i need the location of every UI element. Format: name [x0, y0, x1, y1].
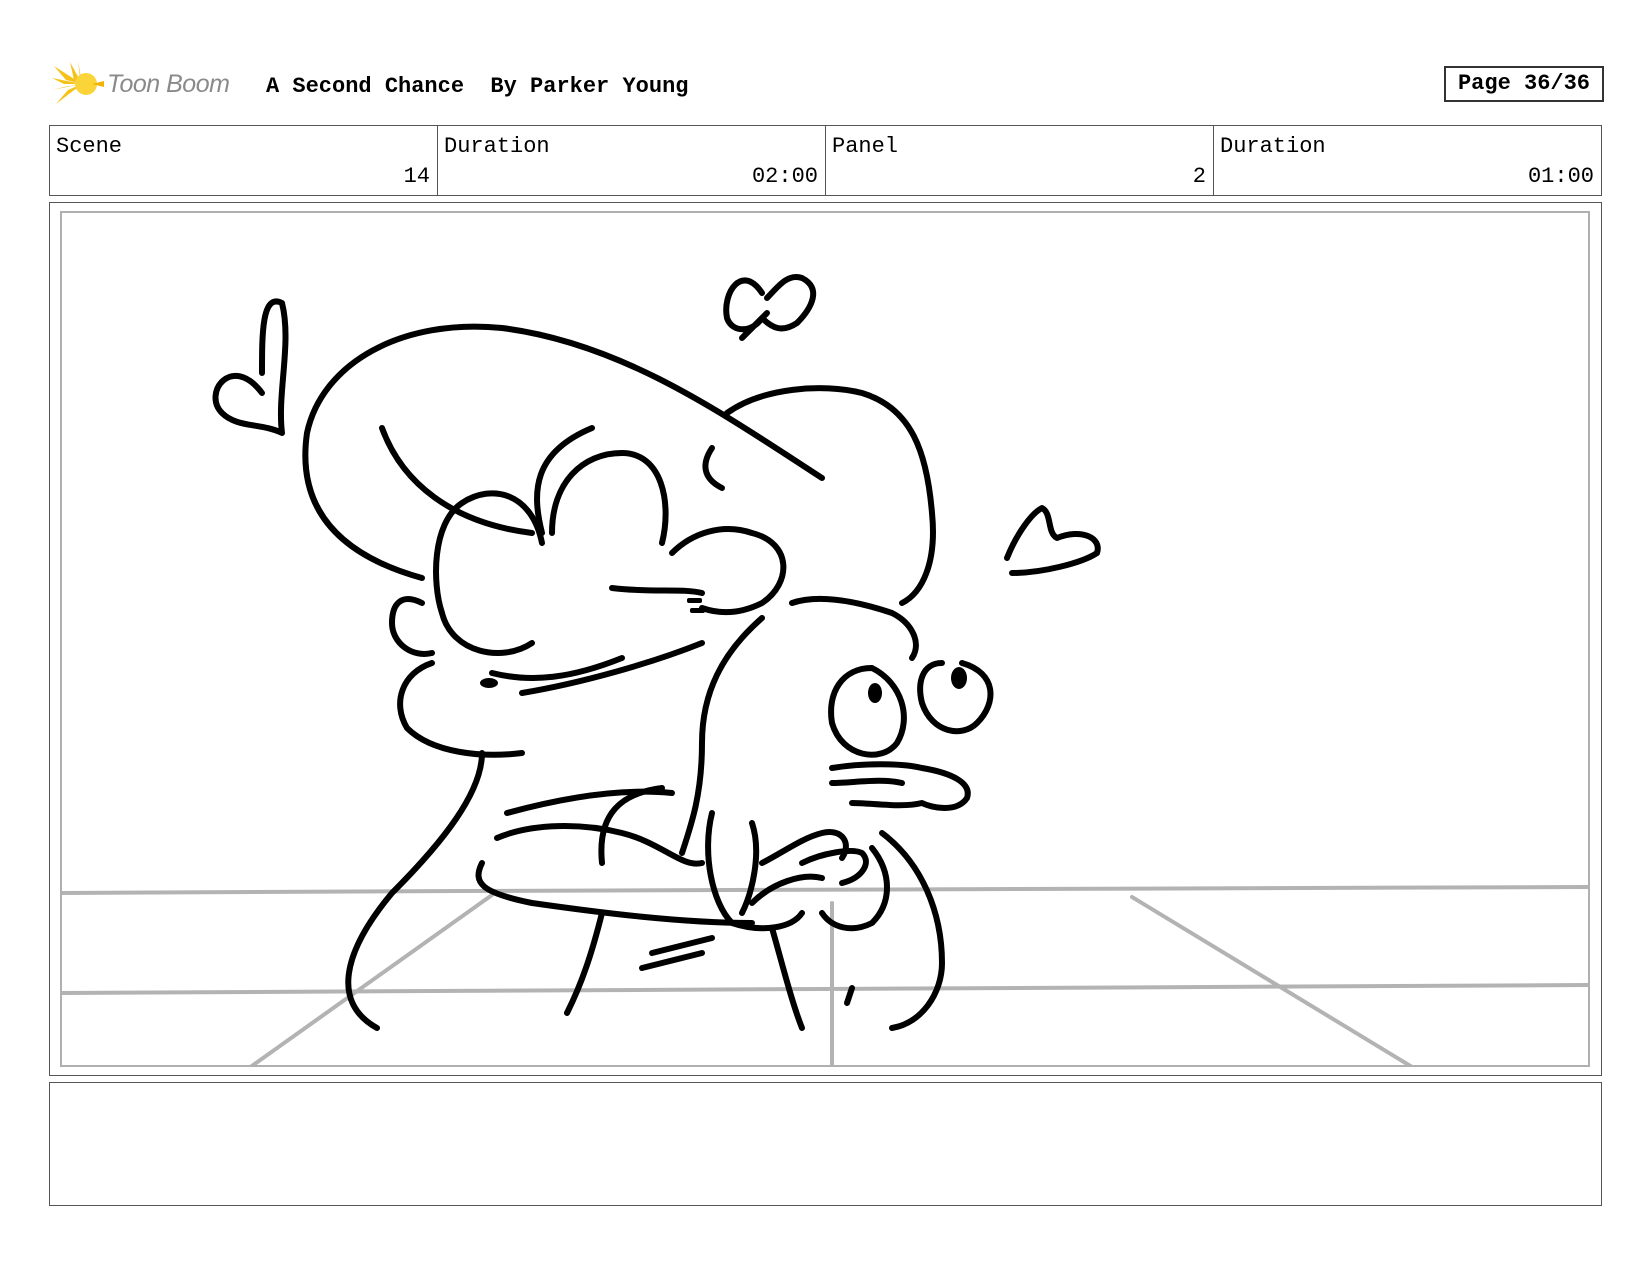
- panel-label: Panel: [832, 134, 899, 159]
- panel-duration-value: 01:00: [1527, 164, 1594, 189]
- storyboard-header: Toon Boom A Second Chance By Parker Youn…: [52, 58, 1612, 110]
- panel-frame: [60, 211, 1590, 1067]
- character-boy-sketch: [679, 385, 994, 1031]
- page-indicator: Page 36/36: [1444, 66, 1604, 102]
- scene-value: 14: [403, 164, 430, 189]
- panel-cell: Panel 2: [826, 126, 1214, 195]
- panel-info-row: Scene 14 Duration 02:00 Panel 2 Duration…: [49, 125, 1602, 196]
- starburst-icon: [52, 60, 104, 104]
- panel-duration-label: Duration: [1220, 134, 1326, 159]
- character-girl-sketch: [302, 323, 855, 1031]
- panel-value: 2: [1192, 164, 1206, 189]
- heart-icon: [723, 274, 817, 341]
- heart-icon: [212, 298, 289, 436]
- scene-duration-cell: Duration 02:00: [438, 126, 826, 195]
- storyboard-sketch: [62, 274, 1588, 1065]
- scene-label: Scene: [56, 134, 123, 159]
- storyboard-panel: [49, 202, 1602, 1076]
- logo-text: Toon Boom: [107, 70, 230, 98]
- scene-duration-value: 02:00: [751, 164, 818, 189]
- panel-notes-box: [49, 1082, 1602, 1206]
- scene-cell: Scene 14: [50, 126, 438, 195]
- toon-boom-logo: Toon Boom: [52, 60, 252, 108]
- heart-icon: [1004, 505, 1101, 576]
- panel-duration-cell: Duration 01:00: [1214, 126, 1601, 195]
- storyboard-title: A Second Chance By Parker Young: [266, 74, 689, 99]
- scene-duration-label: Duration: [444, 134, 550, 159]
